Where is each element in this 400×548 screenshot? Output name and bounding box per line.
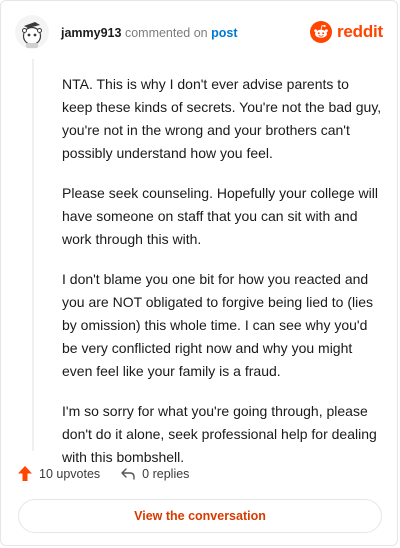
comment-actions: 10 upvotes 0 replies	[17, 465, 189, 482]
comment-header: jammy913 commented on post reddit	[1, 1, 397, 65]
brand-logo[interactable]: reddit	[309, 21, 383, 43]
avatar[interactable]	[15, 15, 49, 49]
reply-count: 0 replies	[142, 466, 190, 481]
comment-body: NTA. This is why I don't ever advise par…	[62, 73, 382, 486]
thread-line	[32, 59, 34, 451]
comment-paragraph: NTA. This is why I don't ever advise par…	[62, 76, 382, 161]
reddit-logo-icon	[309, 21, 332, 43]
comment-paragraph: I don't blame you one bit for how you re…	[62, 271, 374, 379]
reply-button[interactable]: 0 replies	[120, 467, 189, 481]
comment-meta: jammy913 commented on post	[61, 26, 238, 40]
upvote-button[interactable]: 10 upvotes	[17, 465, 100, 482]
brand-wordmark: reddit	[336, 22, 383, 41]
post-link[interactable]: post	[211, 26, 237, 40]
snoo-avatar-icon	[15, 15, 49, 49]
view-conversation-button[interactable]: View the conversation	[18, 499, 382, 533]
action-text: commented on	[124, 26, 208, 40]
upvote-count: 10 upvotes	[39, 466, 101, 481]
upvote-arrow-icon	[18, 466, 32, 481]
comment-paragraph: Please seek counseling. Hopefully your c…	[62, 185, 378, 247]
comment-paragraph: I'm so sorry for what you're going throu…	[62, 403, 377, 465]
reply-icon	[121, 467, 135, 480]
comment-card: jammy913 commented on post reddit NTA. T…	[0, 0, 398, 546]
username[interactable]: jammy913	[61, 26, 121, 40]
